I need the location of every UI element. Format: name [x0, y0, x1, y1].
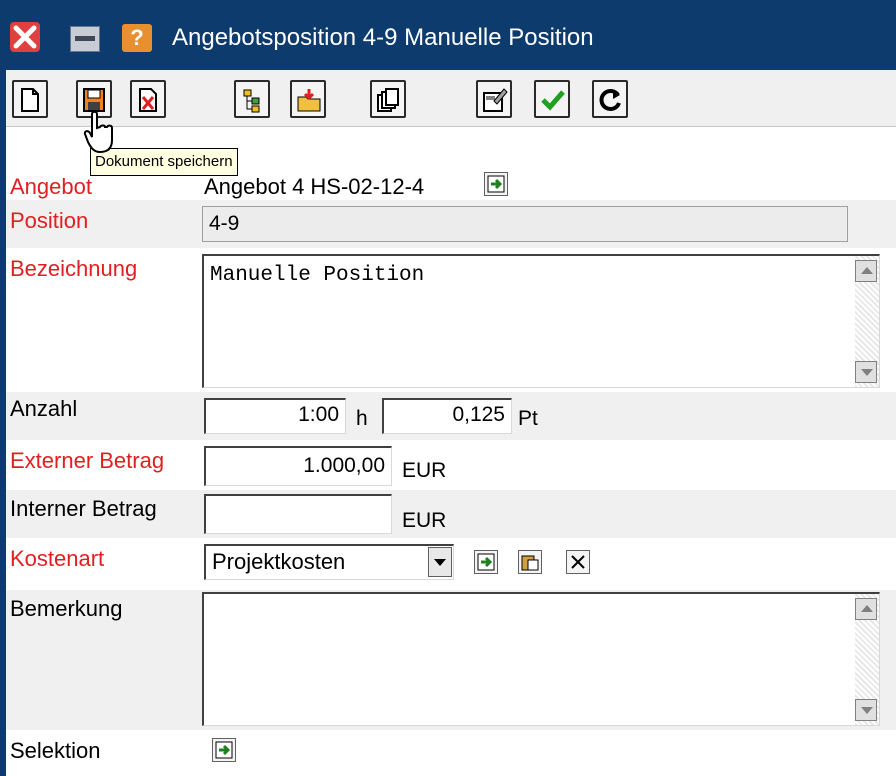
externer-betrag-currency: EUR — [402, 459, 447, 482]
help-icon[interactable]: ? — [122, 24, 152, 52]
edit-properties-button[interactable] — [476, 80, 512, 118]
interner-betrag-currency: EUR — [402, 509, 447, 532]
goto-record-icon — [477, 553, 495, 571]
goto-selektion-button[interactable] — [212, 738, 236, 762]
scroll-up-button[interactable] — [855, 260, 877, 282]
delete-document-icon — [139, 88, 157, 112]
anzahl-time-input[interactable]: 1:00 — [204, 398, 346, 434]
label-kostenart: Kostenart — [10, 546, 105, 571]
tree-structure-button[interactable] — [234, 80, 270, 118]
tree-structure-icon — [243, 89, 260, 113]
angebot-value: Angebot 4 HS-02-12-4 — [204, 174, 425, 199]
window-titlebar: ? Angebotsposition 4-9 Manuelle Position — [0, 0, 896, 70]
new-document-icon — [21, 88, 39, 112]
clear-icon — [571, 555, 585, 569]
bezeichnung-text: Manuelle Position — [210, 264, 425, 287]
new-document-button[interactable] — [12, 80, 48, 118]
externer-betrag-input[interactable]: 1.000,00 — [204, 446, 392, 486]
edit-properties-icon — [483, 88, 508, 112]
scroll-down-button[interactable] — [855, 361, 877, 383]
interner-betrag-input[interactable] — [204, 494, 392, 534]
close-icon[interactable] — [10, 22, 40, 52]
paste-kostenart-button[interactable] — [518, 550, 542, 574]
bezeichnung-textarea[interactable]: Manuelle Position — [202, 254, 880, 388]
kostenart-select[interactable]: Projektkosten — [204, 544, 454, 580]
paste-icon — [521, 555, 539, 571]
bemerkung-textarea[interactable] — [202, 592, 880, 726]
label-anzahl: Anzahl — [10, 396, 78, 421]
dropdown-arrow-icon[interactable] — [428, 547, 452, 577]
import-folder-button[interactable] — [290, 80, 326, 118]
hand-cursor-icon — [82, 110, 116, 159]
bemerkung-scrollbar[interactable] — [855, 594, 879, 725]
position-field: 4-9 — [202, 206, 848, 242]
goto-record-icon — [215, 741, 233, 759]
anzahl-time-unit: h — [356, 407, 368, 430]
label-externer-betrag: Externer Betrag — [10, 448, 165, 473]
window-title: Angebotsposition 4-9 Manuelle Position — [172, 24, 594, 51]
label-selektion: Selektion — [10, 738, 101, 763]
bezeichnung-scrollbar[interactable] — [855, 256, 879, 387]
clear-kostenart-button[interactable] — [566, 550, 590, 574]
scroll-down-button[interactable] — [855, 699, 877, 721]
label-position: Position — [10, 208, 89, 233]
goto-kostenart-button[interactable] — [474, 550, 498, 574]
anzahl-pt-input[interactable]: 0,125 — [382, 398, 512, 434]
goto-angebot-button[interactable] — [484, 172, 508, 196]
open-folder-icon — [297, 89, 321, 112]
anzahl-pt-unit: Pt — [518, 407, 538, 430]
label-bezeichnung: Bezeichnung — [10, 256, 138, 281]
copy-document-button[interactable] — [370, 80, 406, 118]
label-angebot: Angebot — [10, 174, 92, 199]
label-interner-betrag: Interner Betrag — [10, 496, 157, 521]
label-bemerkung: Bemerkung — [10, 596, 123, 621]
goto-record-icon — [487, 175, 505, 193]
refresh-button[interactable] — [592, 80, 628, 118]
delete-document-button[interactable] — [130, 80, 166, 118]
toolbar — [6, 70, 896, 127]
scroll-up-button[interactable] — [855, 598, 877, 620]
confirm-button[interactable] — [534, 80, 570, 118]
checkmark-icon — [541, 90, 565, 111]
kostenart-selected: Projektkosten — [212, 549, 346, 574]
minimize-icon[interactable] — [70, 26, 100, 52]
refresh-icon — [599, 89, 621, 111]
copy-icon — [377, 88, 399, 112]
